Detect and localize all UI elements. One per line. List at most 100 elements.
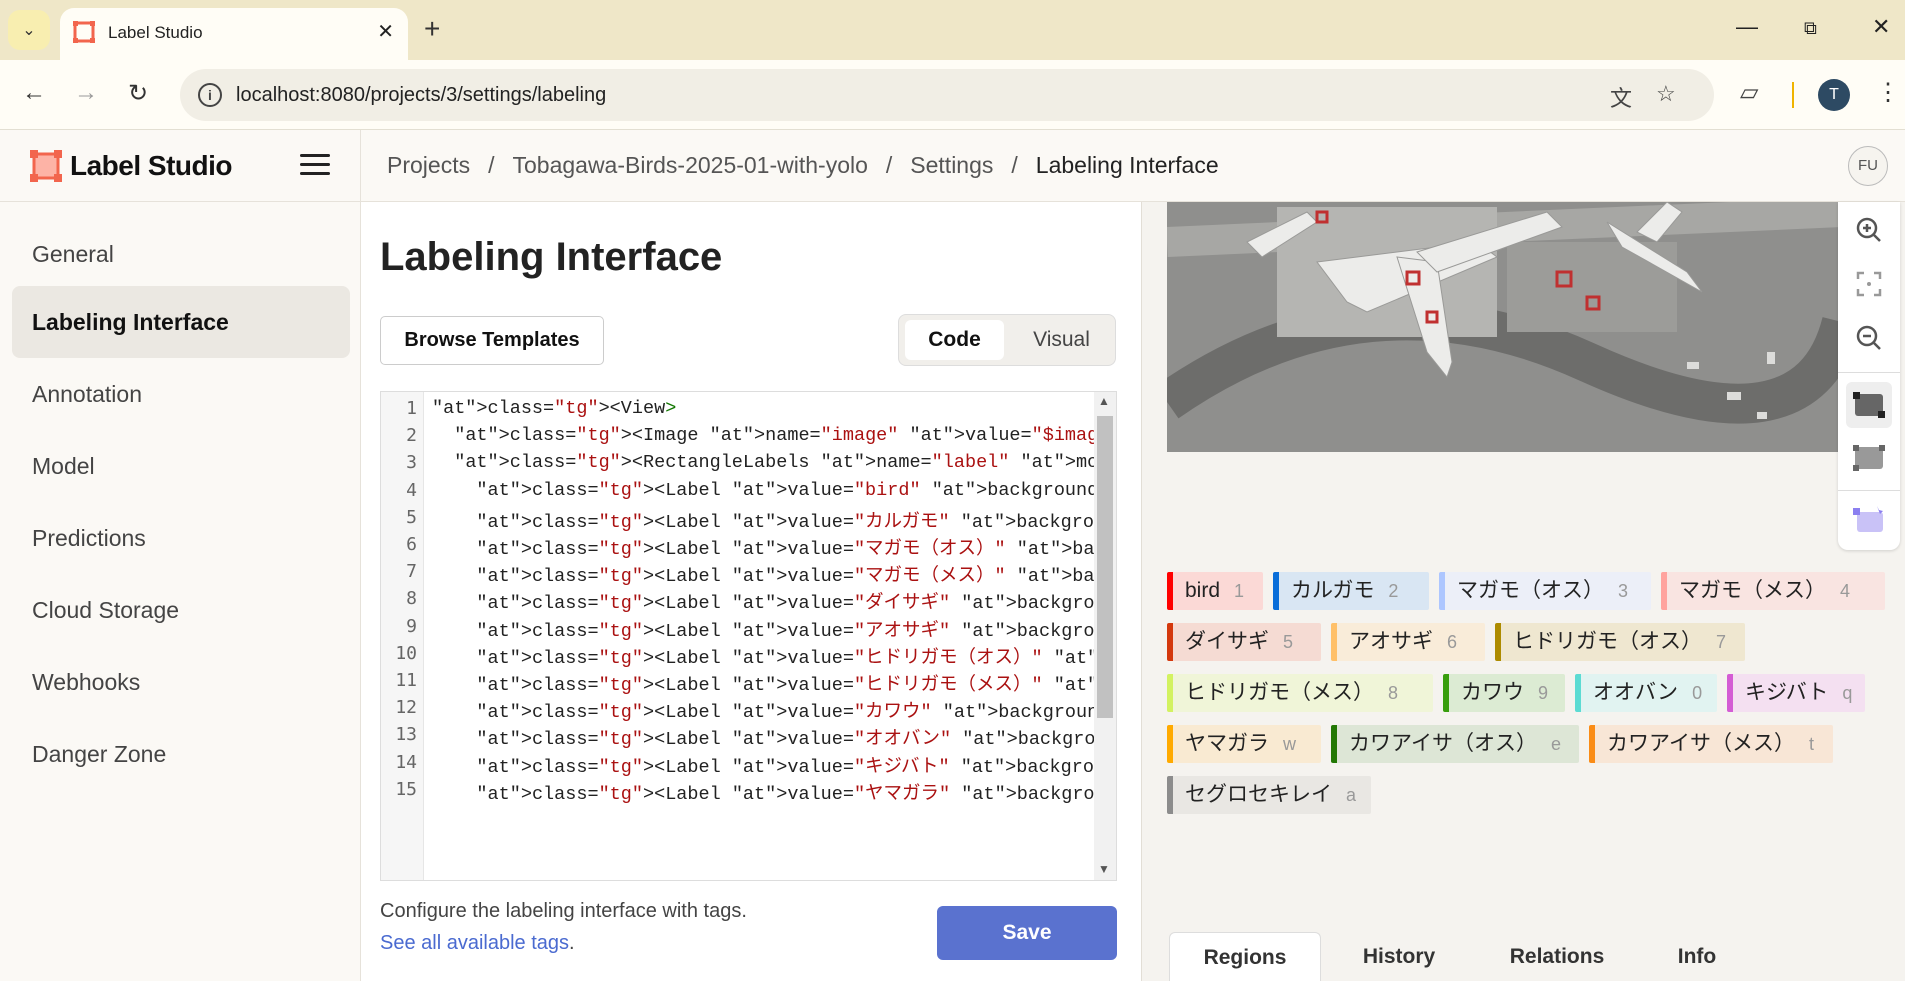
menu-hamburger-icon[interactable] [300, 154, 330, 176]
extensions-icon[interactable]: ▱ [1740, 78, 1758, 107]
code-line[interactable]: "at">class="tg"><Label "at">value="ヒドリガモ… [432, 643, 1116, 669]
sidebar-item-predictions[interactable]: Predictions [12, 502, 350, 574]
chevron-down-icon: ⌄ [22, 22, 36, 39]
tab-info[interactable]: Info [1637, 932, 1757, 981]
save-button[interactable]: Save [937, 906, 1117, 960]
back-icon[interactable]: ← [22, 79, 46, 107]
label-chip[interactable]: マガモ（メス） 4 [1661, 572, 1885, 610]
profile-avatar[interactable]: T [1818, 79, 1850, 111]
zoom-in-icon[interactable] [1849, 210, 1889, 250]
code-line[interactable]: "at">class="tg"><Label "at">value="ダイサギ"… [432, 588, 1116, 614]
rectangle-3point-tool-icon[interactable] [1849, 438, 1889, 478]
line-number: 14 [395, 751, 417, 773]
logo-text[interactable]: Label Studio [70, 150, 233, 182]
auto-annotation-tool-icon[interactable] [1849, 500, 1889, 540]
label-chip[interactable]: アオサギ 6 [1331, 623, 1485, 661]
label-chip[interactable]: オオバン 0 [1575, 674, 1717, 712]
code-line[interactable]: "at">class="tg"><Image "at">name="image"… [432, 425, 1116, 446]
see-all-tags-link[interactable]: See all available tags [380, 932, 569, 954]
breadcrumb-current: Labeling Interface [1035, 152, 1219, 178]
code-line[interactable]: "at">class="tg"><Label "at">value="ヤマガラ"… [432, 779, 1116, 805]
site-info-icon[interactable]: i [198, 83, 222, 107]
preview-panel: bird 1 カルガモ 2 マガモ（オス） 3 マガモ（メス） 4 ダイサギ 5 アオサギ 6 ヒドリガ… [1141, 202, 1905, 981]
label-hotkey: a [1346, 785, 1357, 805]
label-chip[interactable]: キジバト q [1727, 674, 1865, 712]
browser-menu-icon[interactable]: ⋮ [1876, 78, 1900, 107]
sidebar-item-danger-zone[interactable]: Danger Zone [12, 718, 350, 790]
breadcrumb-settings[interactable]: Settings [910, 152, 993, 179]
close-window-icon[interactable]: ✕ [1872, 14, 1890, 40]
code-line[interactable]: "at">class="tg"><View> [432, 398, 676, 419]
tab-title: Label Studio [108, 23, 203, 42]
code-line[interactable]: "at">class="tg"><Label "at">value="キジバト"… [432, 752, 1116, 778]
zoom-to-fit-icon[interactable] [1849, 264, 1889, 304]
url-text[interactable]: localhost:8080/projects/3/settings/label… [236, 84, 606, 107]
minimize-icon[interactable]: — [1736, 14, 1758, 40]
breadcrumb-project[interactable]: Tobagawa-Birds-2025-01-with-yolo [512, 152, 867, 179]
label-chip[interactable]: カルガモ 2 [1273, 572, 1429, 610]
tab-history[interactable]: History [1321, 932, 1477, 981]
image-toolbar [1838, 202, 1900, 550]
forward-icon[interactable]: → [74, 79, 98, 107]
code-line[interactable]: "at">class="tg"><Label "at">value="カルガモ"… [432, 507, 1116, 533]
label-chip-text: カワウ [1461, 681, 1524, 704]
code-line[interactable]: "at">class="tg"><Label "at">value="bird"… [432, 480, 1116, 501]
line-number: 1 [406, 398, 417, 419]
bookmark-star-icon[interactable]: ☆ [1656, 81, 1676, 107]
zoom-out-icon[interactable] [1849, 318, 1889, 358]
scroll-down-icon[interactable]: ▼ [1098, 862, 1110, 876]
sidebar-item-webhooks[interactable]: Webhooks [12, 646, 350, 718]
browser-tab-bar: ⌄ Label Studio ✕ + — ⧉ ✕ [0, 0, 1905, 60]
sidebar-item-cloud-storage[interactable]: Cloud Storage [12, 574, 350, 646]
label-chip[interactable]: ヒドリガモ（オス） 7 [1495, 623, 1745, 661]
tab-search-button[interactable]: ⌄ [8, 10, 50, 50]
code-line[interactable]: "at">class="tg"><Label "at">value="ヒドリガモ… [432, 670, 1116, 696]
label-chip[interactable]: ダイサギ 5 [1167, 623, 1321, 661]
tab-relations[interactable]: Relations [1477, 932, 1637, 981]
label-chip[interactable]: カワアイサ（オス） e [1331, 725, 1579, 763]
code-line[interactable]: "at">class="tg"><Label "at">value="マガモ（メ… [432, 561, 1116, 587]
code-line[interactable]: "at">class="tg"><RectangleLabels "at">na… [432, 452, 1116, 473]
browse-templates-button[interactable]: Browse Templates [380, 316, 604, 365]
new-tab-icon[interactable]: + [424, 14, 440, 44]
browser-tab[interactable]: Label Studio ✕ [60, 8, 408, 60]
line-number: 8 [406, 588, 417, 610]
label-chip[interactable]: カワアイサ（メス） t [1589, 725, 1833, 763]
visual-tab[interactable]: Visual [1014, 320, 1109, 360]
breadcrumb-projects[interactable]: Projects [387, 152, 470, 179]
code-line[interactable]: "at">class="tg"><Label "at">value="アオサギ"… [432, 616, 1116, 642]
translate-icon[interactable]: 文 [1610, 81, 1632, 113]
code-editor[interactable]: 1 2 3 4 5 6 7 8 9 10 11 12 13 14 15 "at">class="tg"><V… [380, 391, 1117, 881]
reload-icon[interactable]: ↻ [128, 79, 148, 108]
sidebar-item-labeling-interface[interactable]: Labeling Interface [12, 286, 350, 358]
tab-regions[interactable]: Regions [1169, 932, 1321, 981]
preview-image[interactable] [1167, 202, 1842, 452]
label-studio-favicon-icon [73, 21, 95, 43]
address-bar[interactable]: i localhost:8080/projects/3/settings/lab… [180, 69, 1714, 121]
code-line[interactable]: "at">class="tg"><Label "at">value="オオバン"… [432, 724, 1116, 750]
label-chip[interactable]: ヒドリガモ（メス） 8 [1167, 674, 1433, 712]
label-chip[interactable]: マガモ（オス） 3 [1439, 572, 1651, 610]
editor-scrollbar[interactable]: ▲ ▼ [1094, 392, 1116, 880]
code-line[interactable]: "at">class="tg"><Label "at">value="マガモ（オ… [432, 534, 1116, 560]
label-chip-text: カルガモ [1291, 579, 1375, 602]
scroll-up-icon[interactable]: ▲ [1098, 394, 1110, 408]
label-chip-text: カワアイサ（メス） [1607, 732, 1795, 755]
user-avatar[interactable]: FU [1848, 146, 1888, 186]
sidebar-item-model[interactable]: Model [12, 430, 350, 502]
sidebar-item-annotation[interactable]: Annotation [12, 358, 350, 430]
page-title: Labeling Interface [380, 235, 723, 279]
breadcrumb: Projects / Tobagawa-Birds-2025-01-with-y… [387, 152, 1219, 179]
code-line[interactable]: "at">class="tg"><Label "at">value="カワウ" … [432, 697, 1116, 723]
rectangle-tool-icon[interactable] [1846, 382, 1892, 428]
sidebar-item-general[interactable]: General [12, 218, 350, 290]
scroll-thumb[interactable] [1097, 416, 1113, 718]
label-chip[interactable]: カワウ 9 [1443, 674, 1565, 712]
label-chip[interactable]: ヤマガラ w [1167, 725, 1321, 763]
restore-icon[interactable]: ⧉ [1804, 18, 1817, 39]
code-tab[interactable]: Code [905, 320, 1004, 360]
label-chip[interactable]: セグロセキレイ a [1167, 776, 1371, 814]
label-chip[interactable]: bird 1 [1167, 572, 1263, 610]
close-tab-icon[interactable]: ✕ [377, 19, 394, 44]
label-chip-text: ヒドリガモ（オス） [1513, 630, 1702, 653]
